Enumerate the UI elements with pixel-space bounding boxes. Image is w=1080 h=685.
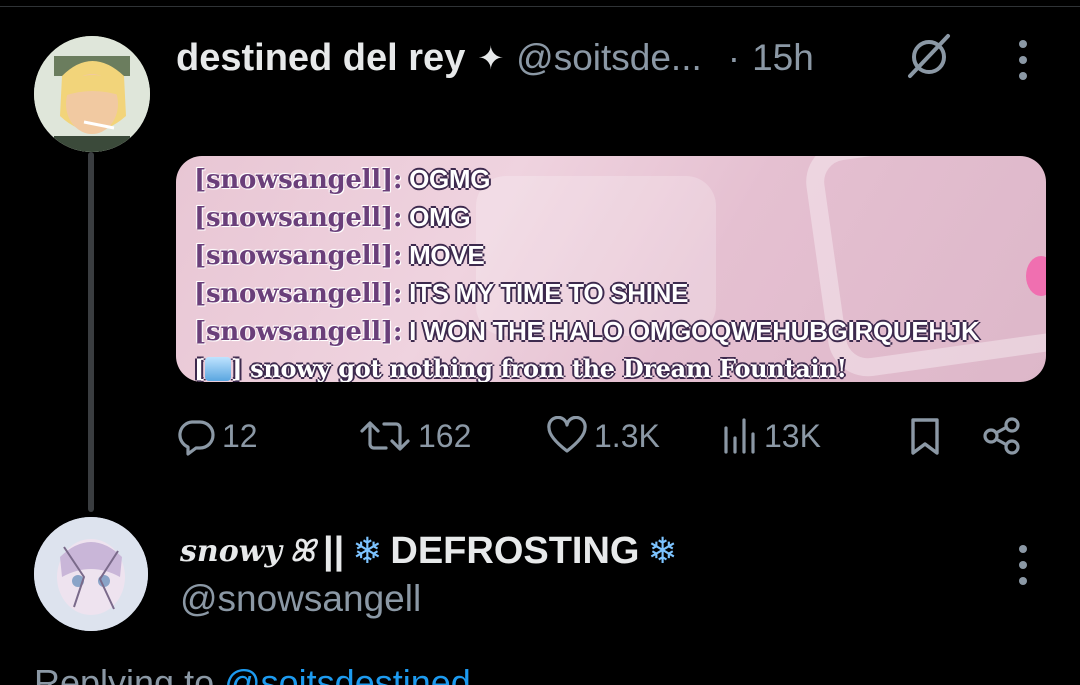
repost-button[interactable]: 162 <box>358 408 471 464</box>
reply-button[interactable]: 12 <box>176 408 258 464</box>
like-button[interactable]: 1.3K <box>546 408 660 464</box>
chat-line: [snowsangell]: OMG <box>194 198 980 236</box>
chat-username: [snowsangell]: <box>194 165 403 195</box>
repost-icon <box>360 421 410 451</box>
chat-message: MOVE <box>409 240 485 270</box>
repost-count: 162 <box>418 417 472 454</box>
fountain-icon <box>205 357 232 381</box>
separator-dot: · <box>727 37 741 78</box>
chat-message: OGMG <box>409 164 491 194</box>
chat-username: [snowsangell]: <box>194 241 403 271</box>
avatar-image <box>34 36 150 152</box>
chat-username: [snowsangell]: <box>194 317 403 347</box>
snowflake-icon: ❄ <box>647 530 678 571</box>
views-count: 13K <box>764 417 821 454</box>
share-button[interactable] <box>982 408 1022 464</box>
chat-message: OMG <box>409 202 471 232</box>
reply-title-separator: || <box>322 529 345 572</box>
chat-username: [snowsangell]: <box>194 203 403 233</box>
bookmark-button[interactable] <box>908 408 942 464</box>
views-icon <box>724 418 755 454</box>
chat-message: ITS MY TIME TO SHINE <box>409 278 689 308</box>
chat-line: [snowsangell]: ITS MY TIME TO SHINE <box>194 274 980 312</box>
reply-icon <box>178 420 215 456</box>
reply-handle[interactable]: @snowsangell <box>180 578 421 620</box>
like-count: 1.3K <box>594 417 660 454</box>
share-icon <box>983 417 1020 455</box>
chat-line: [snowsangell]: MOVE <box>194 236 980 274</box>
grok-icon[interactable] <box>904 30 954 80</box>
replying-to-label: Replying to <box>34 662 225 685</box>
reply-header: snowy ꕤ || ❄ DEFROSTING ❄ <box>180 526 678 576</box>
divider <box>0 6 1080 7</box>
sparkle-icon: ✦ <box>477 40 505 76</box>
chat-line: [snowsangell]: OGMG <box>194 160 980 198</box>
more-options-icon[interactable] <box>1018 40 1028 80</box>
system-bracket: [ <box>194 354 206 382</box>
reply-display-name[interactable]: DEFROSTING <box>390 530 639 573</box>
reply-display-name-ornament: ꕤ <box>289 533 315 569</box>
replying-to-link[interactable]: @soitsdestined <box>224 662 471 685</box>
heart-icon <box>547 416 587 453</box>
thread-connector-line <box>88 152 94 512</box>
views-button[interactable]: 13K <box>722 408 821 464</box>
reply-count: 12 <box>222 417 258 454</box>
tweet-header: destined del rey ✦ @soitsde... · 15h <box>176 30 814 86</box>
display-name[interactable]: destined del rey <box>176 37 465 80</box>
chat-log: [snowsangell]: OGMG [snowsangell]: OMG [… <box>194 160 980 382</box>
avatar-image <box>34 517 148 631</box>
snowflake-icon: ❄ <box>352 530 383 571</box>
replying-to-line: Replying to @soitsdestined <box>34 662 471 685</box>
avatar[interactable] <box>34 517 148 631</box>
timestamp[interactable]: 15h <box>752 37 814 79</box>
chat-message: I WON THE HALO OMGOQWEHUBGIRQUEHJK <box>409 316 980 346</box>
system-message: [ ] snowy got nothing from the Dream Foun… <box>194 350 980 382</box>
handle[interactable]: @soitsde... <box>516 37 702 79</box>
tweet-media-image[interactable]: [snowsangell]: OGMG [snowsangell]: OMG [… <box>176 156 1046 382</box>
reply-display-name-script[interactable]: snowy <box>180 534 282 569</box>
bookmark-icon <box>911 418 939 455</box>
more-options-icon[interactable] <box>1018 545 1028 585</box>
chat-line: [snowsangell]: I WON THE HALO OMGOQWEHUB… <box>194 312 980 350</box>
system-text: ] snowy got nothing from the Dream Fount… <box>231 354 847 382</box>
tweet-actions: 12 162 1.3K 13K <box>176 408 1036 464</box>
tweet-thread: destined del rey ✦ @soitsde... · 15h [sn… <box>0 0 1080 685</box>
chat-username: [snowsangell]: <box>194 279 403 309</box>
avatar[interactable] <box>34 36 150 152</box>
